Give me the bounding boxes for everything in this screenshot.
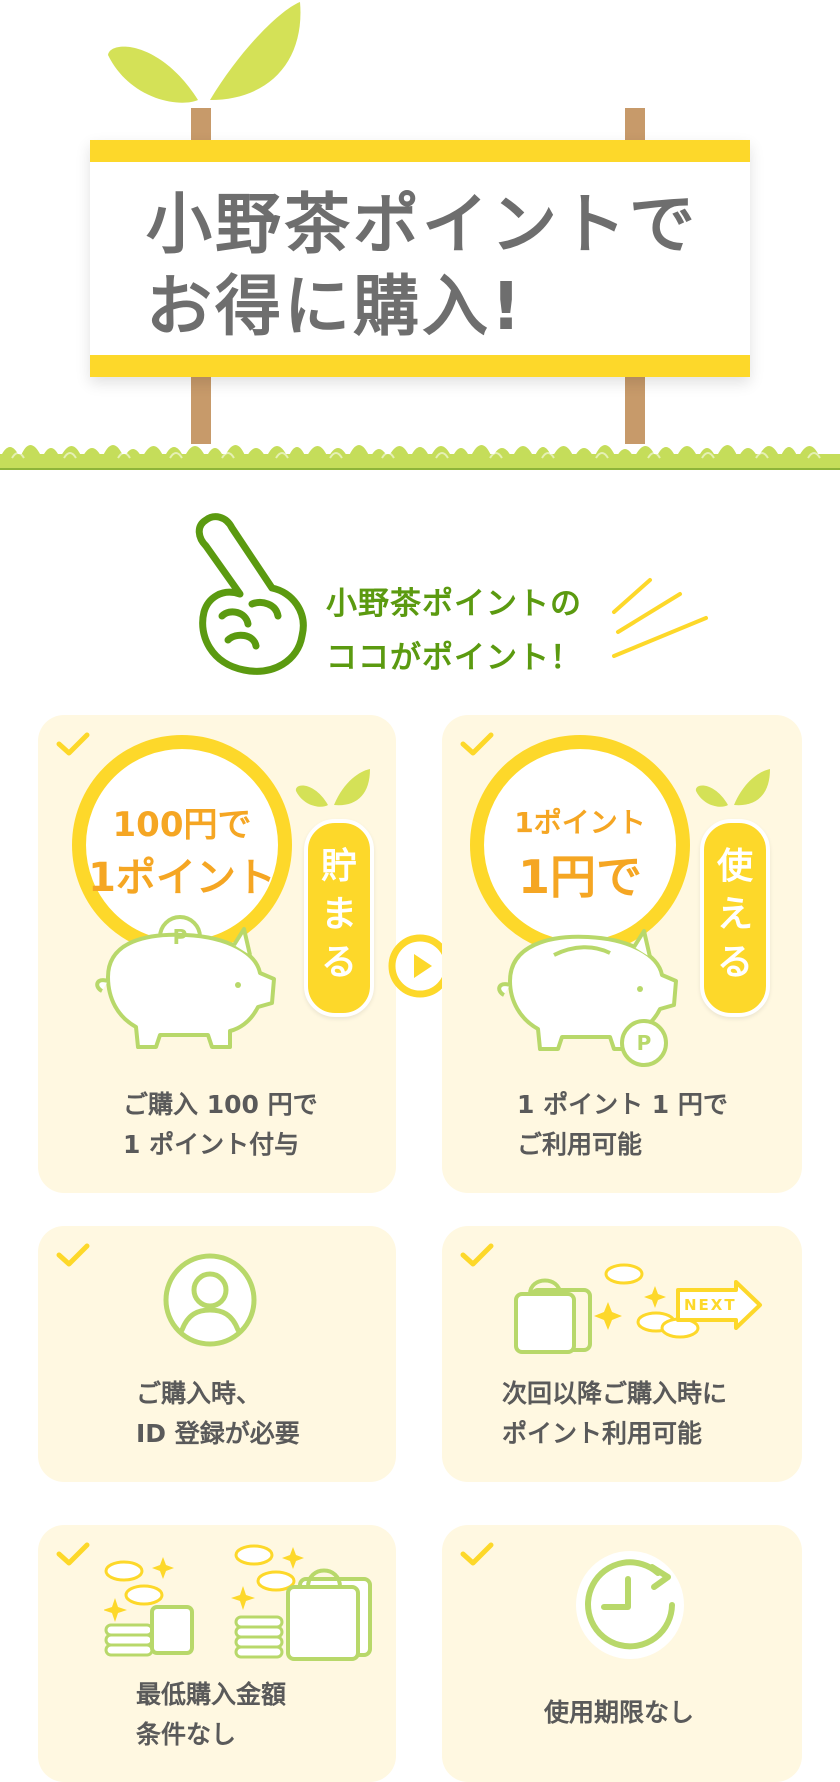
sprout-icon	[695, 769, 770, 807]
piggy-bank-icon: P	[95, 915, 276, 1049]
bubble-text-earn: 貯まる	[320, 846, 357, 983]
sprout-icon	[108, 2, 301, 103]
clock-icon	[576, 1551, 684, 1659]
hero-title-line1: 小野茶ポイントで	[146, 186, 698, 263]
user-icon	[163, 1253, 257, 1347]
hero-title: 小野茶ポイントで お得に購入!	[146, 184, 726, 348]
check-icon	[56, 732, 90, 756]
bubble-text-use: 使える	[716, 846, 753, 983]
check-icon	[56, 1542, 90, 1566]
card-text-line1: 1 ポイント 1 円で	[517, 1090, 728, 1119]
card-text-line2: ご利用可能	[517, 1130, 643, 1159]
card-text-line1: ご購入 100 円で	[123, 1090, 318, 1119]
card-text-line1: 使用期限なし	[544, 1698, 695, 1727]
board-stripe-top	[90, 140, 750, 162]
svg-text:P: P	[173, 925, 188, 949]
card-text-line2: 1 ポイント付与	[123, 1130, 300, 1159]
coins-bags-icon	[104, 1544, 372, 1661]
card-text-id: ご購入時、 ID 登録が必要	[136, 1374, 300, 1454]
hero-title-line2: お得に購入!	[146, 268, 525, 345]
feature-card-next: NEXT 次回以降ご購入時に ポイント利用可能	[442, 1226, 802, 1482]
coin-text-line1: 100円で	[112, 805, 252, 845]
piggy-bank-icon: P	[497, 929, 678, 1067]
card-text-line1: 次回以降ご購入時に	[502, 1379, 728, 1408]
emphasis-lines	[612, 578, 708, 658]
intro-line1: 小野茶ポイントの	[326, 586, 582, 622]
feature-card-no-expiry: 使用期限なし	[442, 1525, 802, 1782]
hero-signboard: 小野茶ポイントで お得に購入!	[0, 0, 840, 470]
card-text-next: 次回以降ご購入時に ポイント利用可能	[502, 1374, 727, 1454]
sprout-icon	[295, 769, 370, 807]
next-label: NEXT	[684, 1296, 737, 1314]
intro-line2: ココがポイント！	[326, 640, 582, 676]
coin-text-line1: 1ポイント	[514, 806, 646, 839]
card-text-no-expiry: 使用期限なし	[544, 1693, 694, 1733]
coin-text-line2: 1円で	[517, 850, 642, 904]
card-text-earn: ご購入 100 円で 1 ポイント付与	[123, 1085, 318, 1165]
feature-card-id: ご購入時、 ID 登録が必要	[38, 1226, 396, 1482]
speech-bubble-earn: 貯まる	[304, 819, 374, 1017]
feature-card-use: 1ポイント 1円で 使える P 1 ポイント 1 円で ご利用可能	[442, 715, 802, 1193]
feature-card-earn: 100円で 1ポイント 貯まる P ご購入 100 円で 1 ポイント付与	[38, 715, 396, 1193]
card-text-line1: 最低購入金額	[136, 1680, 287, 1709]
card-text-line1: ご購入時、	[136, 1379, 262, 1408]
card-text-line2: 条件なし	[136, 1720, 237, 1749]
grass-border	[0, 445, 840, 470]
card-text-line2: ポイント利用可能	[502, 1419, 703, 1448]
card-text-minimum: 最低購入金額 条件なし	[136, 1675, 286, 1755]
check-icon	[460, 732, 494, 756]
board-stripe-bottom	[90, 355, 750, 377]
svg-text:P: P	[637, 1031, 652, 1055]
pointing-hand-icon	[195, 513, 307, 675]
intro-text: 小野茶ポイントの ココがポイント！	[326, 577, 626, 685]
feature-card-minimum: 最低購入金額 条件なし	[38, 1525, 396, 1782]
signboard: 小野茶ポイントで お得に購入!	[90, 140, 750, 377]
check-icon	[460, 1243, 494, 1267]
check-icon	[56, 1243, 90, 1267]
card-text-use: 1 ポイント 1 円で ご利用可能	[517, 1085, 728, 1165]
card-text-line2: ID 登録が必要	[136, 1419, 300, 1448]
check-icon	[460, 1542, 494, 1566]
speech-bubble-use: 使える	[700, 819, 770, 1017]
